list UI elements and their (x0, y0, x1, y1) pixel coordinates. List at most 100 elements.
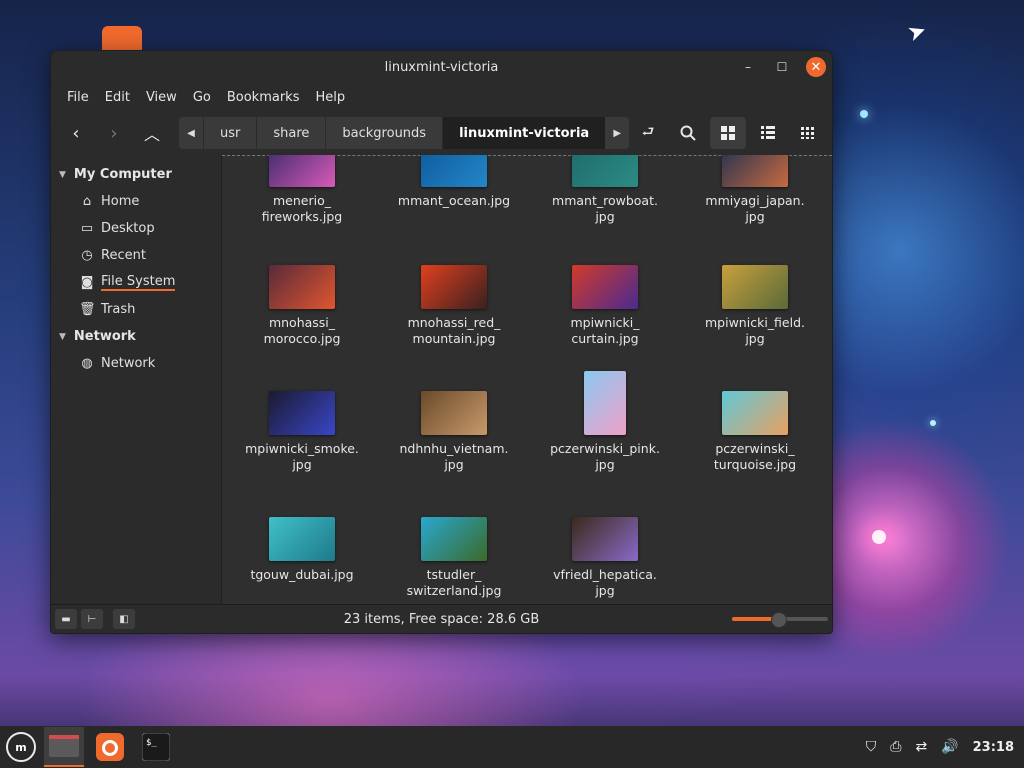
toggle-location-button[interactable]: ⮐ (630, 117, 666, 149)
file-item[interactable]: mmiyagi_japan. jpg (695, 155, 815, 225)
desktop-firefox-icon[interactable] (102, 26, 142, 50)
file-name-line: jpg (595, 583, 615, 598)
image-thumbnail (572, 155, 638, 187)
breadcrumb-item[interactable]: usr (203, 117, 256, 149)
sidebar-section-label: Network (73, 329, 136, 344)
menu-view[interactable]: View (138, 90, 185, 105)
chevron-right-icon: › (110, 122, 118, 144)
title-bar[interactable]: linuxmint-victoria – ☐ ✕ (51, 51, 832, 83)
file-item[interactable]: pczerwinski_ turquoise.jpg (695, 391, 815, 473)
breadcrumb-item-current[interactable]: linuxmint-victoria (442, 117, 606, 149)
zoom-slider[interactable] (732, 612, 828, 628)
status-text: 23 items, Free space: 28.6 GB (343, 611, 540, 627)
list-view-button[interactable] (750, 117, 786, 149)
sidebar-item-label: Home (101, 194, 140, 209)
breadcrumb-scroll-right-button[interactable]: ▶ (605, 117, 630, 149)
task-files[interactable] (44, 727, 84, 767)
toolbar: ‹ › ︿ ◀ usr share backgrounds linuxmint-… (51, 111, 832, 156)
file-item[interactable]: mpiwnicki_smoke. jpg (242, 391, 362, 473)
zoom-slider-handle[interactable] (771, 612, 788, 628)
menu-help[interactable]: Help (307, 90, 353, 105)
file-item[interactable]: ndhnhu_vietnam. jpg (394, 391, 514, 473)
show-places-button[interactable]: ▬ (55, 609, 77, 629)
system-tray: ⛉ ⎙ ⇄ 🔊 23:18 (866, 739, 1024, 755)
breadcrumb-scroll-left-button[interactable]: ◀ (179, 117, 203, 149)
sidebar-item-home[interactable]: ⌂ Home (51, 188, 221, 215)
file-name-line: jpg (745, 331, 765, 346)
sidebar-item-file-system[interactable]: ◙ File System (51, 269, 221, 296)
file-name: vfriedl_hepatica. jpg (545, 567, 665, 599)
printer-icon[interactable]: ⎙ (890, 739, 901, 755)
tree-icon: ⊢ (87, 613, 97, 625)
file-name-line: mnohassi_red_ (407, 315, 501, 330)
menu-bookmarks[interactable]: Bookmarks (219, 90, 308, 105)
file-item[interactable]: mpiwnicki_ curtain.jpg (545, 265, 665, 347)
close-button[interactable]: ✕ (806, 57, 826, 77)
file-name-line: pczerwinski_ (715, 441, 795, 456)
firework-sparkle (930, 420, 936, 426)
search-button[interactable] (670, 117, 706, 149)
menu-go[interactable]: Go (185, 90, 219, 105)
file-item[interactable]: tgouw_dubai.jpg (242, 517, 362, 583)
menu-edit[interactable]: Edit (97, 90, 138, 105)
file-name-line: mnohassi_ (268, 315, 336, 330)
image-thumbnail (421, 155, 487, 187)
maximize-button[interactable]: ☐ (772, 57, 792, 77)
image-thumbnail (269, 265, 335, 309)
sidebar-item-trash[interactable]: 🗑 Trash (51, 296, 221, 323)
clock[interactable]: 23:18 (973, 740, 1014, 755)
file-name-line: mmiyagi_japan. (705, 193, 805, 208)
task-terminal[interactable]: $_ (136, 727, 176, 767)
forward-button[interactable]: › (95, 117, 133, 149)
file-name: pczerwinski_pink. jpg (545, 441, 665, 473)
show-treeview-button[interactable]: ⊢ (81, 609, 103, 629)
firefox-icon (96, 733, 124, 761)
back-button[interactable]: ‹ (57, 117, 95, 149)
breadcrumb-item[interactable]: backgrounds (325, 117, 442, 149)
file-name-line: menerio_ (273, 193, 331, 208)
home-icon: ⌂ (82, 194, 92, 209)
file-item[interactable]: mmant_ocean.jpg (394, 155, 514, 209)
file-name-line: jpg (444, 457, 464, 472)
file-item[interactable]: mnohassi_red_ mountain.jpg (394, 265, 514, 347)
grid-icon (721, 126, 735, 140)
trash-icon: 🗑 (79, 302, 96, 317)
sidebar-section-my-computer[interactable]: ▼ My Computer (51, 161, 221, 188)
triangle-right-icon: ▶ (613, 127, 622, 139)
file-item[interactable]: tstudler_ switzerland.jpg (394, 517, 514, 599)
sidebar-item-network[interactable]: ◍ Network (51, 350, 221, 377)
clock-icon: ◷ (81, 248, 93, 263)
sidebar-item-desktop[interactable]: ▭ Desktop (51, 215, 221, 242)
window-title: linuxmint-victoria (384, 59, 499, 75)
firework-sparkle (860, 110, 868, 118)
icon-view-button[interactable] (710, 117, 746, 149)
file-name-line: tgouw_dubai.jpg (250, 567, 354, 582)
network-icon[interactable]: ⇄ (915, 739, 927, 755)
file-grid[interactable]: menerio_ fireworks.jpg mmant_ocean.jpg mman… (222, 155, 832, 605)
compact-view-button[interactable] (790, 117, 826, 149)
sidebar-section-network[interactable]: ▼ Network (51, 323, 221, 350)
file-name-line: jpg (595, 209, 615, 224)
file-item[interactable]: mnohassi_ morocco.jpg (242, 265, 362, 347)
file-item[interactable]: mmant_rowboat. jpg (545, 155, 665, 225)
volume-icon[interactable]: 🔊 (941, 739, 958, 755)
compact-grid-icon (801, 127, 814, 139)
chevron-up-icon: ︿ (143, 125, 160, 144)
file-item[interactable]: mpiwnicki_field. jpg (695, 265, 815, 347)
hide-sidebar-button[interactable]: ◧ (113, 609, 135, 629)
start-menu-button[interactable]: m (4, 730, 38, 764)
sidebar: ▼ My Computer ⌂ Home ▭ Desktop ◷ Recent ◙ Fil… (51, 155, 222, 605)
minimize-button[interactable]: – (738, 57, 758, 77)
sidebar-item-recent[interactable]: ◷ Recent (51, 242, 221, 269)
file-item[interactable]: menerio_ fireworks.jpg (242, 155, 362, 225)
task-firefox[interactable] (90, 727, 130, 767)
up-button[interactable]: ︿ (133, 117, 171, 149)
file-item[interactable]: vfriedl_hepatica. jpg (545, 517, 665, 599)
list-icon (761, 126, 775, 139)
shield-icon[interactable]: ⛉ (866, 739, 877, 755)
menu-file[interactable]: File (59, 90, 97, 105)
sidebar-item-label: Trash (101, 302, 136, 317)
breadcrumb-item[interactable]: share (256, 117, 325, 149)
folder-icon: ▬ (61, 613, 71, 625)
file-item[interactable]: pczerwinski_pink. jpg (545, 371, 665, 473)
